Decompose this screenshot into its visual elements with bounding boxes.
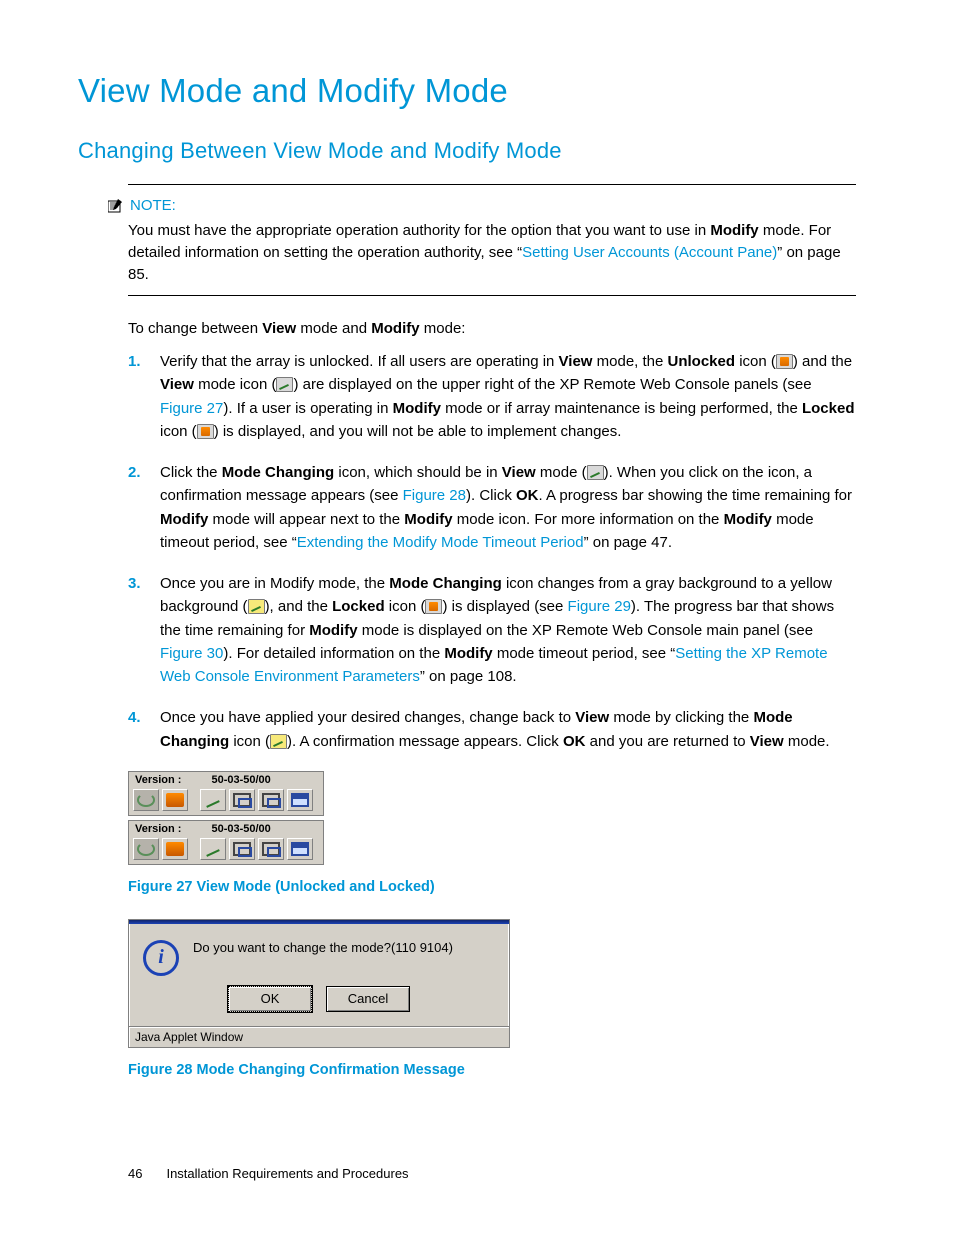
text-bold: Modify xyxy=(371,320,419,337)
step-number: 3. xyxy=(128,572,146,688)
link-extending-timeout[interactable]: Extending the Modify Mode Timeout Period xyxy=(297,534,584,551)
link-figure-28[interactable]: Figure 28 xyxy=(403,487,466,504)
dialog-message: Do you want to change the mode?(110 9104… xyxy=(193,940,453,955)
mode-changing-yellow-icon xyxy=(248,599,265,614)
steps-list: 1. Verify that the array is unlocked. If… xyxy=(128,350,856,753)
text-bold: View xyxy=(262,320,296,337)
ok-button[interactable]: OK xyxy=(228,986,312,1012)
page-footer: 46 Installation Requirements and Procedu… xyxy=(128,1166,409,1181)
intro-text: To change between View mode and Modify m… xyxy=(128,318,856,340)
option-button-2[interactable] xyxy=(258,789,284,811)
toolbar-unlocked: Version : 50-03-50/00 xyxy=(128,771,324,816)
step-text: Once you are in Modify mode, the Mode Ch… xyxy=(160,572,856,688)
option-button-2[interactable] xyxy=(258,838,284,860)
text: You must have the appropriate operation … xyxy=(128,222,710,239)
divider xyxy=(128,295,856,296)
section-title: Changing Between View Mode and Modify Mo… xyxy=(78,138,876,164)
list-item: 1. Verify that the array is unlocked. If… xyxy=(128,350,856,443)
unlocked-icon xyxy=(776,354,793,369)
info-icon: i xyxy=(143,940,179,976)
locked-button[interactable] xyxy=(162,838,188,860)
mode-changing-button[interactable] xyxy=(200,838,226,860)
step-number: 2. xyxy=(128,461,146,554)
cancel-button[interactable]: Cancel xyxy=(326,986,410,1012)
locked-icon xyxy=(425,599,442,614)
version-label: Version : xyxy=(135,774,181,786)
mode-changing-button[interactable] xyxy=(200,789,226,811)
figure-28-dialog: i Do you want to change the mode?(110 91… xyxy=(128,919,510,1048)
mode-changing-yellow-icon xyxy=(270,734,287,749)
figure-27: Version : 50-03-50/00 Version : 50-03-50… xyxy=(128,771,324,865)
link-figure-30[interactable]: Figure 30 xyxy=(160,645,223,662)
step-number: 4. xyxy=(128,706,146,753)
divider xyxy=(128,184,856,185)
option-button-1[interactable] xyxy=(229,838,255,860)
text-bold: Modify xyxy=(710,222,758,239)
page-title: View Mode and Modify Mode xyxy=(78,72,876,110)
window-button[interactable] xyxy=(287,789,313,811)
figure-27-caption: Figure 27 View Mode (Unlocked and Locked… xyxy=(128,879,876,895)
link-setting-user-accounts[interactable]: Setting User Accounts (Account Pane) xyxy=(522,244,777,261)
note-icon xyxy=(108,199,124,213)
text: To change between xyxy=(128,320,262,337)
dialog-statusbar: Java Applet Window xyxy=(129,1026,509,1047)
step-number: 1. xyxy=(128,350,146,443)
version-value: 50-03-50/00 xyxy=(211,823,270,835)
locked-icon xyxy=(197,424,214,439)
link-figure-29[interactable]: Figure 29 xyxy=(568,598,631,615)
text: mode and xyxy=(296,320,371,337)
version-value: 50-03-50/00 xyxy=(211,774,270,786)
step-text: Click the Mode Changing icon, which shou… xyxy=(160,461,856,554)
version-label: Version : xyxy=(135,823,181,835)
window-button[interactable] xyxy=(287,838,313,860)
refresh-button[interactable] xyxy=(133,838,159,860)
unlocked-button[interactable] xyxy=(162,789,188,811)
note-label: NOTE: xyxy=(130,197,176,214)
note-body: You must have the appropriate operation … xyxy=(128,220,856,285)
step-text: Verify that the array is unlocked. If al… xyxy=(160,350,856,443)
option-button-1[interactable] xyxy=(229,789,255,811)
list-item: 3. Once you are in Modify mode, the Mode… xyxy=(128,572,856,688)
figure-28-caption: Figure 28 Mode Changing Confirmation Mes… xyxy=(128,1062,876,1078)
page-number: 46 xyxy=(128,1166,142,1181)
link-figure-27[interactable]: Figure 27 xyxy=(160,400,223,417)
step-text: Once you have applied your desired chang… xyxy=(160,706,856,753)
footer-title: Installation Requirements and Procedures xyxy=(166,1166,408,1181)
toolbar-locked: Version : 50-03-50/00 xyxy=(128,820,324,865)
text: mode: xyxy=(420,320,466,337)
list-item: 4. Once you have applied your desired ch… xyxy=(128,706,856,753)
mode-changing-icon xyxy=(587,465,604,480)
view-mode-icon xyxy=(276,377,293,392)
list-item: 2. Click the Mode Changing icon, which s… xyxy=(128,461,856,554)
refresh-button[interactable] xyxy=(133,789,159,811)
